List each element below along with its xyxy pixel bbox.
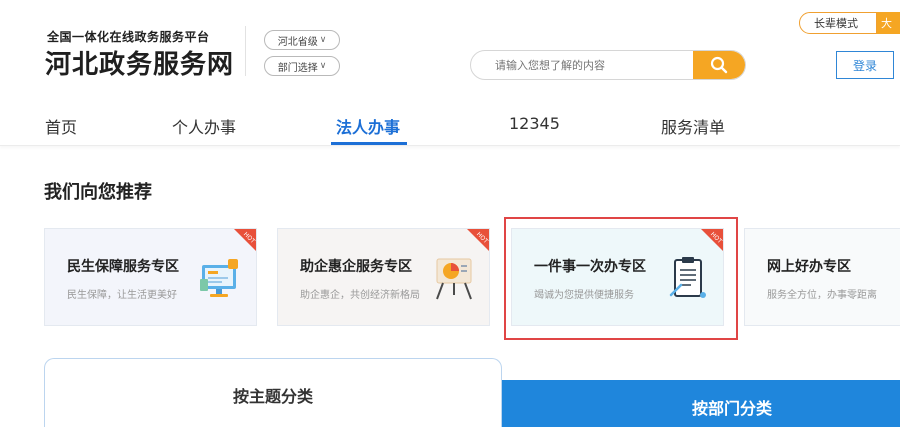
section-title: 我们向您推荐 [44,182,152,203]
site-header: 全国一体化在线政务服务平台 河北政务服务网 河北省级 ∨ 部门选择 ∨ 长辈模式… [0,0,900,100]
nav-item-12345[interactable]: 12345 [509,114,560,133]
chart-board-icon [436,258,472,300]
chevron-down-icon: ∨ [319,61,327,71]
card-enterprise-support[interactable]: 助企惠企服务专区 助企惠企，共创经济新格局 HOT [277,228,490,326]
card-title: 助企惠企服务专区 [300,259,412,275]
card-desc: 民生保障，让生活更美好 [67,290,177,301]
nav-item-personal[interactable]: 个人办事 [172,114,236,138]
dept-select-label: 部门选择 [277,62,318,74]
nav-item-enterprise[interactable]: 法人办事 [336,114,400,138]
region-select-label: 河北省级 [277,36,318,48]
tab-by-topic-label: 按主题分类 [232,387,313,406]
nav-item-home[interactable]: 首页 [45,114,77,138]
tab-by-department[interactable]: 按部门分类 [502,380,900,427]
login-button[interactable]: 登录 [836,51,894,79]
region-select[interactable]: 河北省级 ∨ [264,30,340,50]
card-title: 民生保障服务专区 [67,259,179,275]
card-livelihood[interactable]: 民生保障服务专区 民生保障，让生活更美好 HOT [44,228,257,326]
chevron-down-icon: ∨ [319,35,327,45]
logo-divider [245,26,246,76]
search-button[interactable] [693,51,745,79]
nav-active-indicator [331,142,407,145]
search-box [470,50,746,80]
hot-badge-icon: HOT [467,229,489,251]
dept-select[interactable]: 部门选择 ∨ [264,56,340,76]
selection-highlight [504,217,738,340]
hot-badge-icon: HOT [234,229,256,251]
monitor-icon [200,259,238,297]
search-icon [710,56,728,74]
card-desc: 服务全方位，办事零距离 [767,290,877,301]
card-title: 网上好办专区 [767,259,851,275]
font-size-button[interactable]: 大 [877,12,900,34]
tab-by-topic[interactable]: 按主题分类 [44,358,502,427]
card-online-service[interactable]: 网上好办专区 服务全方位，办事零距离 [744,228,900,326]
care-mode-button[interactable]: 长辈模式 [799,12,877,34]
tab-by-department-label: 按部门分类 [691,399,772,418]
logo-title[interactable]: 河北政务服务网 [45,44,234,81]
search-input[interactable] [471,51,695,79]
card-desc: 助企惠企，共创经济新格局 [300,290,420,301]
nav-item-service-list[interactable]: 服务清单 [661,114,725,138]
main-nav: 首页 个人办事 法人办事 12345 服务清单 [0,100,900,146]
logo-subtitle: 全国一体化在线政务服务平台 [47,30,210,44]
